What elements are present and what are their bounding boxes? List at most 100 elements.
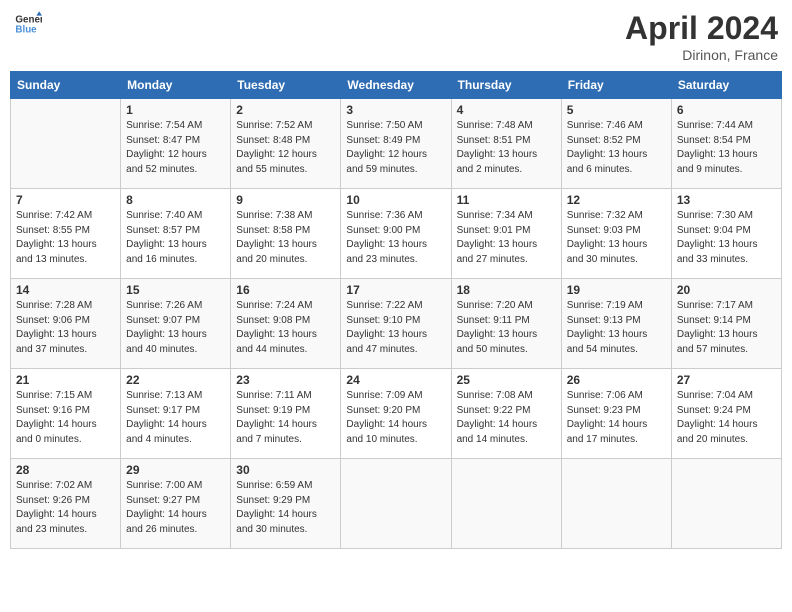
day-number: 30 xyxy=(236,463,335,477)
table-row xyxy=(671,459,781,549)
col-monday: Monday xyxy=(121,72,231,99)
day-info: Sunrise: 7:42 AM Sunset: 8:55 PM Dayligh… xyxy=(16,209,115,267)
calendar-table: Sunday Monday Tuesday Wednesday Thursday… xyxy=(10,71,782,549)
location-subtitle: Dirinon, France xyxy=(625,47,778,63)
col-sunday: Sunday xyxy=(11,72,121,99)
calendar-week-row: 1 Sunrise: 7:54 AM Sunset: 8:47 PM Daylig… xyxy=(11,99,782,189)
day-number: 12 xyxy=(567,193,666,207)
month-year-title: April 2024 xyxy=(625,10,778,47)
table-row: 27Sunrise: 7:04 AM Sunset: 9:24 PM Dayli… xyxy=(671,369,781,459)
day-info: Sunrise: 7:15 AM Sunset: 9:16 PM Dayligh… xyxy=(16,389,115,447)
table-row xyxy=(561,459,671,549)
day-info: Sunrise: 7:32 AM Sunset: 9:03 PM Dayligh… xyxy=(567,209,666,267)
table-row: 24Sunrise: 7:09 AM Sunset: 9:20 PM Dayli… xyxy=(341,369,451,459)
table-row: 30 Sunrise: 6:59 AM Sunset: 9:29 PM Dayli… xyxy=(231,459,341,549)
day-info: Sunrise: 7:44 AM Sunset: 8:54 PM Dayligh… xyxy=(677,119,776,177)
day-info: Sunrise: 6:59 AM Sunset: 9:29 PM Dayligh… xyxy=(236,479,335,537)
day-number: 16 xyxy=(236,283,335,297)
calendar-week-row: 21 Sunrise: 7:15 AM Sunset: 9:16 PM Dayli… xyxy=(11,369,782,459)
day-info: Sunrise: 7:04 AM Sunset: 9:24 PM Dayligh… xyxy=(677,389,776,447)
table-row: 3 Sunrise: 7:50 AM Sunset: 8:49 PM Daylig… xyxy=(341,99,451,189)
day-number: 19 xyxy=(567,283,666,297)
day-info: Sunrise: 7:00 AM Sunset: 9:27 PM Dayligh… xyxy=(126,479,225,537)
day-info: Sunrise: 7:54 AM Sunset: 8:47 PM Dayligh… xyxy=(126,119,225,177)
day-info: Sunrise: 7:13 AM Sunset: 9:17 PM Dayligh… xyxy=(126,389,225,447)
day-info: Sunrise: 7:26 AM Sunset: 9:07 PM Dayligh… xyxy=(126,299,225,357)
table-row xyxy=(11,99,121,189)
day-number: 29 xyxy=(126,463,225,477)
table-row: 26 Sunrise: 7:06 AM Sunset: 9:23 PM Dayli… xyxy=(561,369,671,459)
day-info: Sunrise: 7:06 AM Sunset: 9:23 PM Dayligh… xyxy=(567,389,666,447)
table-row xyxy=(451,459,561,549)
day-number: 18 xyxy=(457,283,556,297)
table-row: 6Sunrise: 7:44 AM Sunset: 8:54 PM Daylig… xyxy=(671,99,781,189)
calendar-week-row: 7 Sunrise: 7:42 AM Sunset: 8:55 PM Daylig… xyxy=(11,189,782,279)
day-info: Sunrise: 7:22 AM Sunset: 9:10 PM Dayligh… xyxy=(346,299,445,357)
day-info: Sunrise: 7:24 AM Sunset: 9:08 PM Dayligh… xyxy=(236,299,335,357)
table-row: 28Sunrise: 7:02 AM Sunset: 9:26 PM Dayli… xyxy=(11,459,121,549)
table-row: 9 Sunrise: 7:38 AM Sunset: 8:58 PM Daylig… xyxy=(231,189,341,279)
day-info: Sunrise: 7:09 AM Sunset: 9:20 PM Dayligh… xyxy=(346,389,445,447)
day-number: 8 xyxy=(126,193,225,207)
logo-icon: General Blue xyxy=(14,10,42,38)
table-row: 20Sunrise: 7:17 AM Sunset: 9:14 PM Dayli… xyxy=(671,279,781,369)
day-number: 28 xyxy=(16,463,115,477)
table-row: 1 Sunrise: 7:54 AM Sunset: 8:47 PM Daylig… xyxy=(121,99,231,189)
day-number: 4 xyxy=(457,103,556,117)
table-row: 15 Sunrise: 7:26 AM Sunset: 9:07 PM Dayli… xyxy=(121,279,231,369)
day-info: Sunrise: 7:52 AM Sunset: 8:48 PM Dayligh… xyxy=(236,119,335,177)
day-info: Sunrise: 7:11 AM Sunset: 9:19 PM Dayligh… xyxy=(236,389,335,447)
table-row: 11Sunrise: 7:34 AM Sunset: 9:01 PM Dayli… xyxy=(451,189,561,279)
day-number: 3 xyxy=(346,103,445,117)
day-info: Sunrise: 7:36 AM Sunset: 9:00 PM Dayligh… xyxy=(346,209,445,267)
col-friday: Friday xyxy=(561,72,671,99)
day-number: 15 xyxy=(126,283,225,297)
table-row: 22 Sunrise: 7:13 AM Sunset: 9:17 PM Dayli… xyxy=(121,369,231,459)
table-row: 19Sunrise: 7:19 AM Sunset: 9:13 PM Dayli… xyxy=(561,279,671,369)
day-number: 11 xyxy=(457,193,556,207)
col-saturday: Saturday xyxy=(671,72,781,99)
day-info: Sunrise: 7:08 AM Sunset: 9:22 PM Dayligh… xyxy=(457,389,556,447)
day-number: 23 xyxy=(236,373,335,387)
day-info: Sunrise: 7:20 AM Sunset: 9:11 PM Dayligh… xyxy=(457,299,556,357)
day-info: Sunrise: 7:30 AM Sunset: 9:04 PM Dayligh… xyxy=(677,209,776,267)
calendar-week-row: 28Sunrise: 7:02 AM Sunset: 9:26 PM Dayli… xyxy=(11,459,782,549)
day-number: 21 xyxy=(16,373,115,387)
col-tuesday: Tuesday xyxy=(231,72,341,99)
day-number: 26 xyxy=(567,373,666,387)
col-wednesday: Wednesday xyxy=(341,72,451,99)
table-row xyxy=(341,459,451,549)
table-row: 18 Sunrise: 7:20 AM Sunset: 9:11 PM Dayli… xyxy=(451,279,561,369)
table-row: 5 Sunrise: 7:46 AM Sunset: 8:52 PM Daylig… xyxy=(561,99,671,189)
table-row: 29 Sunrise: 7:00 AM Sunset: 9:27 PM Dayli… xyxy=(121,459,231,549)
calendar-header-row: Sunday Monday Tuesday Wednesday Thursday… xyxy=(11,72,782,99)
day-number: 10 xyxy=(346,193,445,207)
table-row: 10 Sunrise: 7:36 AM Sunset: 9:00 PM Dayli… xyxy=(341,189,451,279)
day-info: Sunrise: 7:17 AM Sunset: 9:14 PM Dayligh… xyxy=(677,299,776,357)
page-header: General Blue April 2024 Dirinon, France xyxy=(10,10,782,63)
day-number: 5 xyxy=(567,103,666,117)
table-row: 2 Sunrise: 7:52 AM Sunset: 8:48 PM Daylig… xyxy=(231,99,341,189)
day-info: Sunrise: 7:46 AM Sunset: 8:52 PM Dayligh… xyxy=(567,119,666,177)
table-row: 17Sunrise: 7:22 AM Sunset: 9:10 PM Dayli… xyxy=(341,279,451,369)
title-block: April 2024 Dirinon, France xyxy=(625,10,778,63)
day-number: 13 xyxy=(677,193,776,207)
table-row: 4Sunrise: 7:48 AM Sunset: 8:51 PM Daylig… xyxy=(451,99,561,189)
table-row: 14Sunrise: 7:28 AM Sunset: 9:06 PM Dayli… xyxy=(11,279,121,369)
day-number: 22 xyxy=(126,373,225,387)
table-row: 7 Sunrise: 7:42 AM Sunset: 8:55 PM Daylig… xyxy=(11,189,121,279)
day-number: 1 xyxy=(126,103,225,117)
day-number: 14 xyxy=(16,283,115,297)
table-row: 16 Sunrise: 7:24 AM Sunset: 9:08 PM Dayli… xyxy=(231,279,341,369)
svg-text:Blue: Blue xyxy=(15,24,37,35)
table-row: 12 Sunrise: 7:32 AM Sunset: 9:03 PM Dayli… xyxy=(561,189,671,279)
table-row: 25Sunrise: 7:08 AM Sunset: 9:22 PM Dayli… xyxy=(451,369,561,459)
col-thursday: Thursday xyxy=(451,72,561,99)
day-number: 9 xyxy=(236,193,335,207)
day-info: Sunrise: 7:50 AM Sunset: 8:49 PM Dayligh… xyxy=(346,119,445,177)
day-info: Sunrise: 7:40 AM Sunset: 8:57 PM Dayligh… xyxy=(126,209,225,267)
day-info: Sunrise: 7:38 AM Sunset: 8:58 PM Dayligh… xyxy=(236,209,335,267)
table-row: 23 Sunrise: 7:11 AM Sunset: 9:19 PM Dayli… xyxy=(231,369,341,459)
day-number: 2 xyxy=(236,103,335,117)
day-number: 7 xyxy=(16,193,115,207)
